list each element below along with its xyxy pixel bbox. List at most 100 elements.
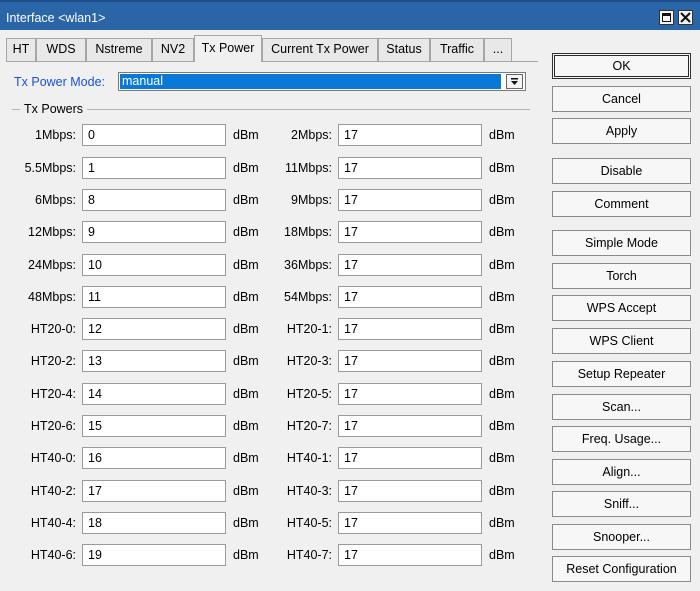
tab-traffic[interactable]: Traffic <box>430 38 484 61</box>
wps-client-button[interactable]: WPS Client <box>552 328 691 354</box>
power-input[interactable]: 17 <box>338 512 482 534</box>
power-unit: dBm <box>489 161 515 175</box>
maximize-button[interactable] <box>659 10 674 25</box>
disable-button[interactable]: Disable <box>552 158 691 184</box>
power-unit: dBm <box>233 322 259 336</box>
power-label: HT20-1: <box>286 322 332 336</box>
power-label: 11Mbps: <box>284 161 332 175</box>
power-input[interactable]: 17 <box>338 415 482 437</box>
power-input[interactable]: 18 <box>82 512 226 534</box>
power-input[interactable]: 0 <box>82 124 226 146</box>
power-input[interactable]: 16 <box>82 447 226 469</box>
power-input[interactable]: 17 <box>338 350 482 372</box>
power-label: 18Mbps: <box>284 225 332 239</box>
close-button[interactable] <box>678 10 693 25</box>
power-input[interactable]: 14 <box>82 383 226 405</box>
dropdown-button[interactable] <box>506 74 523 89</box>
power-unit: dBm <box>489 354 515 368</box>
power-label: 12Mbps: <box>28 225 76 239</box>
power-input[interactable]: 17 <box>338 544 482 566</box>
power-input[interactable]: 9 <box>82 221 226 243</box>
power-label: 54Mbps: <box>284 290 332 304</box>
setup-repeater-button[interactable]: Setup Repeater <box>552 361 691 387</box>
tab-current-tx-power[interactable]: Current Tx Power <box>262 38 378 61</box>
freq-usage-button[interactable]: Freq. Usage... <box>552 426 691 452</box>
tx-power-mode-label: Tx Power Mode: <box>14 75 106 89</box>
power-label: HT20-6: <box>30 419 76 433</box>
power-input[interactable]: 8 <box>82 189 226 211</box>
power-unit: dBm <box>489 516 515 530</box>
reset-configuration-button[interactable]: Reset Configuration <box>552 556 691 582</box>
tab-status[interactable]: Status <box>378 38 430 61</box>
power-unit: dBm <box>233 290 259 304</box>
cancel-button[interactable]: Cancel <box>552 86 691 112</box>
maximize-icon <box>662 13 671 22</box>
power-input[interactable]: 17 <box>338 254 482 276</box>
power-unit: dBm <box>489 387 515 401</box>
simple-mode-button[interactable]: Simple Mode <box>552 230 691 256</box>
power-label: HT40-0: <box>30 451 76 465</box>
tab-tx-power[interactable]: Tx Power <box>194 35 262 62</box>
power-unit: dBm <box>233 258 259 272</box>
power-unit: dBm <box>233 484 259 498</box>
power-input[interactable]: 17 <box>338 480 482 502</box>
power-label: 24Mbps: <box>28 258 76 272</box>
sniff-button[interactable]: Sniff... <box>552 491 691 517</box>
align-button[interactable]: Align... <box>552 459 691 485</box>
power-unit: dBm <box>233 548 259 562</box>
tx-power-mode-select[interactable]: manual <box>118 72 526 91</box>
close-icon <box>680 12 691 23</box>
power-label: 1Mbps: <box>35 128 76 142</box>
wps-accept-button[interactable]: WPS Accept <box>552 295 691 321</box>
tx-powers-group-label: Tx Powers <box>20 102 88 116</box>
power-input[interactable]: 12 <box>82 318 226 340</box>
group-divider <box>12 109 530 110</box>
power-label: HT40-6: <box>30 548 76 562</box>
power-label: HT20-5: <box>286 387 332 401</box>
title-bar[interactable]: Interface <wlan1> <box>0 0 700 30</box>
power-label: HT20-2: <box>30 354 76 368</box>
power-unit: dBm <box>233 161 259 175</box>
tx-power-mode-value[interactable]: manual <box>120 74 501 89</box>
power-label: HT20-4: <box>30 387 76 401</box>
power-unit: dBm <box>233 451 259 465</box>
power-label: 48Mbps: <box>28 290 76 304</box>
power-label: 9Mbps: <box>291 193 332 207</box>
power-input[interactable]: 17 <box>338 157 482 179</box>
power-input[interactable]: 17 <box>338 383 482 405</box>
power-input[interactable]: 1 <box>82 157 226 179</box>
power-input[interactable]: 17 <box>338 189 482 211</box>
power-input[interactable]: 17 <box>338 447 482 469</box>
power-input[interactable]: 17 <box>338 286 482 308</box>
tab-wds[interactable]: WDS <box>36 38 86 61</box>
tab-ht[interactable]: HT <box>6 38 36 61</box>
power-input[interactable]: 17 <box>338 318 482 340</box>
power-label: HT40-4: <box>30 516 76 530</box>
power-input[interactable]: 15 <box>82 415 226 437</box>
tab-more[interactable]: ... <box>484 38 512 61</box>
power-input[interactable]: 17 <box>338 124 482 146</box>
power-input[interactable]: 13 <box>82 350 226 372</box>
power-unit: dBm <box>233 193 259 207</box>
power-label: HT20-7: <box>286 419 332 433</box>
tabs-divider <box>6 61 538 62</box>
power-input[interactable]: 10 <box>82 254 226 276</box>
comment-button[interactable]: Comment <box>552 191 691 217</box>
power-input[interactable]: 19 <box>82 544 226 566</box>
ok-button[interactable]: OK <box>552 53 691 79</box>
apply-button[interactable]: Apply <box>552 118 691 144</box>
power-input[interactable]: 11 <box>82 286 226 308</box>
scan-button[interactable]: Scan... <box>552 394 691 420</box>
power-unit: dBm <box>489 128 515 142</box>
torch-button[interactable]: Torch <box>552 263 691 289</box>
power-unit: dBm <box>233 419 259 433</box>
window-title: Interface <wlan1> <box>6 11 106 25</box>
power-unit: dBm <box>489 290 515 304</box>
snooper-button[interactable]: Snooper... <box>552 524 691 550</box>
tab-nstreme[interactable]: Nstreme <box>86 38 152 61</box>
power-input[interactable]: 17 <box>82 480 226 502</box>
tab-nv2[interactable]: NV2 <box>152 38 194 61</box>
power-input[interactable]: 17 <box>338 221 482 243</box>
power-unit: dBm <box>233 128 259 142</box>
power-label: HT40-1: <box>286 451 332 465</box>
